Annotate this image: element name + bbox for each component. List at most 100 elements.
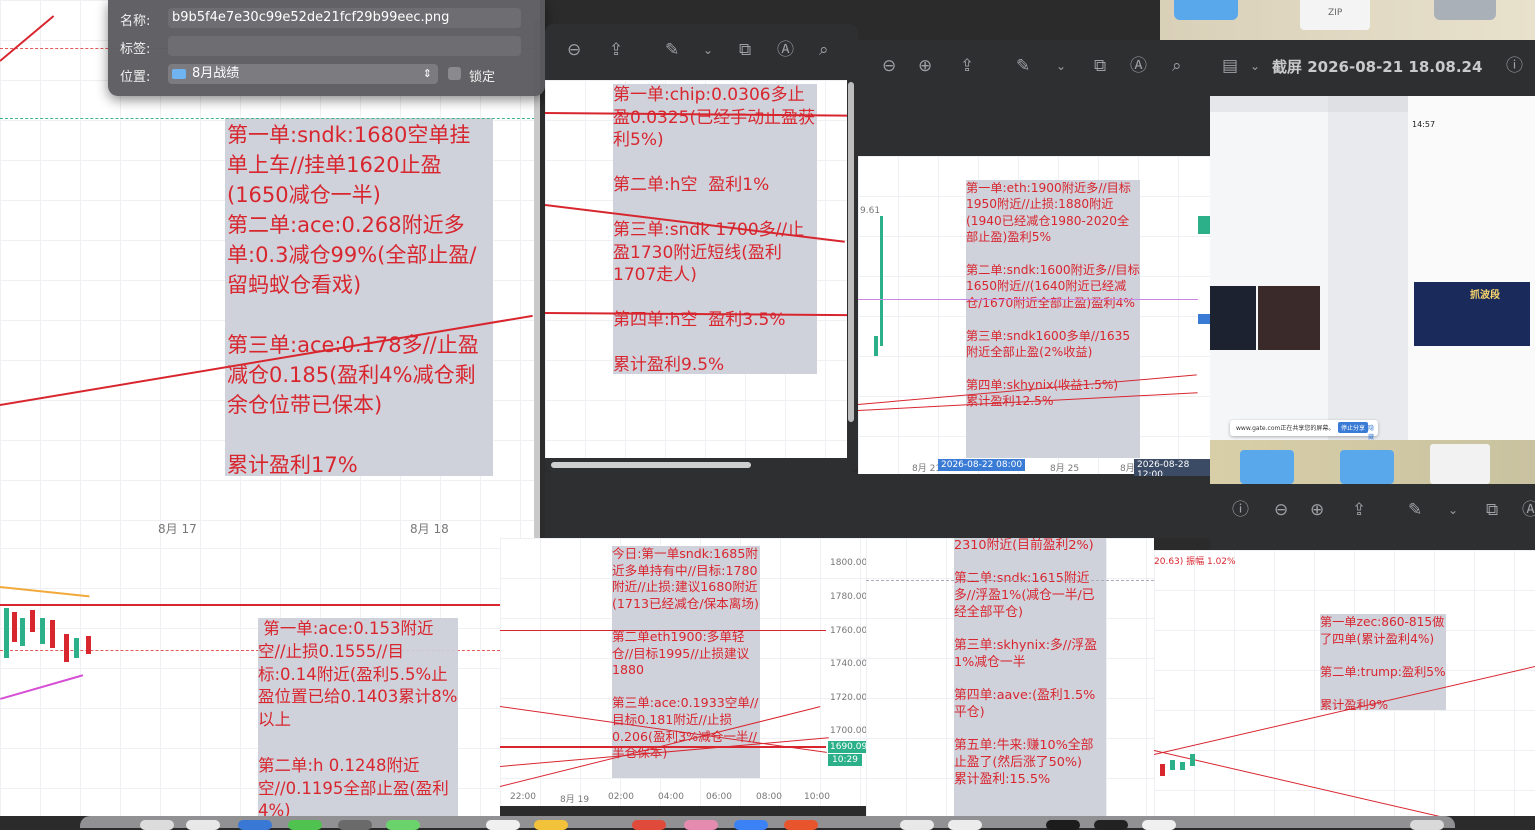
dock-icon[interactable]: [1142, 820, 1176, 830]
share-icon[interactable]: ⇪: [609, 40, 623, 60]
indicator-line: [858, 299, 1198, 300]
folder-icon[interactable]: [1340, 450, 1394, 484]
rotate-icon[interactable]: ⧉: [1094, 56, 1106, 76]
phone-screenshot-left: [1210, 96, 1328, 440]
tags-field[interactable]: [168, 36, 521, 56]
price-label: 9.61: [860, 206, 881, 216]
chevron-down-icon[interactable]: ⌄: [703, 40, 713, 60]
zoom-out-icon[interactable]: ⊖: [567, 40, 581, 60]
dock-icon[interactable]: [288, 820, 322, 830]
dock-icon[interactable]: [186, 820, 220, 830]
dock-icon[interactable]: [140, 820, 174, 830]
horizontal-line: [500, 630, 826, 631]
zoom-out-icon[interactable]: ⊖: [882, 56, 896, 76]
share-text: www.gate.com正在共享您的屏幕。: [1236, 425, 1335, 432]
search-icon[interactable]: ⌕: [819, 40, 829, 60]
x-tick: 02:00: [608, 792, 634, 802]
preview-b-content: 第一单:chip:0.0306多止盈0.0325(已经手动止盈获利5%) 第二单…: [545, 80, 847, 468]
share-icon[interactable]: ⇪: [1352, 500, 1366, 520]
disk-icon[interactable]: [1434, 0, 1496, 20]
info-icon[interactable]: ⓘ: [1506, 56, 1523, 76]
candle-bar: [880, 216, 883, 346]
markup-pen-icon[interactable]: ✎: [1016, 56, 1030, 76]
preview-c-content: 9.61 第一单:eth:1900附近多//目标1950附近//止损:1880附…: [858, 156, 1210, 481]
x-tick: 04:00: [658, 792, 684, 802]
y-tick: 1780.00: [830, 592, 866, 602]
markup-pen-icon[interactable]: ✎: [665, 40, 679, 60]
dock-icon[interactable]: [238, 820, 272, 830]
file-name-field[interactable]: b9b5f4e7e30c99e52de21fcf29b99eec.png: [168, 8, 521, 28]
chevron-down-icon[interactable]: ⌄: [1250, 56, 1260, 76]
zoom-in-icon[interactable]: ⊕: [1310, 500, 1324, 520]
vertical-scrollbar[interactable]: [534, 20, 540, 540]
x-tick-aug18: 8月 18: [410, 522, 449, 536]
chart-window-bottom-middle: 今日:第一单sndk:1685附近多单持有中//目标:1780附近//止损:建议…: [500, 538, 866, 806]
stop-share-button[interactable]: 停止分享: [1338, 422, 1369, 433]
hide-button[interactable]: 隐藏: [1368, 423, 1378, 441]
dock-icon[interactable]: [338, 820, 372, 830]
price-dashed-line: [0, 118, 540, 119]
chart-window-bottom-right: 20.63) 振幅 1.02% 第一单zec:860-815做了四单(累计盈利4…: [1154, 550, 1535, 816]
fireworks-image: [1258, 286, 1320, 350]
preview-window-d: ▤ ⌄ 截屏 2026-08-21 18.08.24 ⓘ 14:57 抓波段 w…: [1210, 40, 1535, 550]
horizontal-scrollbar[interactable]: [551, 462, 751, 468]
trade-note-a: 第一单:sndk:1680空单挂单上车//挂单1620止盈(1650减仓一半) …: [225, 118, 493, 476]
dock-icon[interactable]: [486, 820, 520, 830]
folder-icon[interactable]: [1174, 0, 1238, 20]
vertical-scrollbar[interactable]: [848, 82, 854, 422]
phone-time: 14:57: [1412, 120, 1436, 129]
x-tick: 22:00: [510, 792, 536, 802]
candle-bar: [50, 620, 55, 648]
location-select[interactable]: 8月战绩 ⇕: [168, 64, 438, 84]
dock-icon[interactable]: [1094, 820, 1128, 830]
document-icon[interactable]: [1430, 444, 1490, 484]
trash-icon[interactable]: [1410, 820, 1444, 830]
price-tag-time: 10:29: [828, 754, 862, 766]
x-tick: 08:00: [756, 792, 782, 802]
sidebar-icon[interactable]: ▤: [1222, 56, 1238, 76]
trend-line: [1154, 750, 1535, 816]
trend-line: [0, 15, 55, 62]
dock-icon[interactable]: [784, 820, 818, 830]
date-cursor-a: 2026-08-22 08:00: [938, 459, 1026, 471]
promo-brand: 抓波段: [1470, 290, 1500, 301]
location-label: 位置:: [120, 70, 151, 85]
dock-icon[interactable]: [534, 820, 568, 830]
candle-bar: [40, 618, 45, 644]
chevron-down-icon[interactable]: ⌄: [1448, 500, 1458, 520]
dock-icon[interactable]: [684, 820, 718, 830]
annotate-icon[interactable]: Ⓐ: [1130, 56, 1147, 76]
share-icon[interactable]: ⇪: [960, 56, 974, 76]
dock-icon[interactable]: [900, 820, 934, 830]
price-tag: [1198, 314, 1210, 324]
window-title: 截屏 2026-08-21 18.08.24: [1272, 58, 1483, 76]
rotate-icon[interactable]: ⧉: [1486, 500, 1498, 520]
info-icon[interactable]: ⓘ: [1232, 500, 1249, 520]
y-tick: 1720.00: [830, 693, 866, 703]
candle-bar: [1190, 754, 1195, 766]
chevron-down-icon[interactable]: ⌄: [1056, 56, 1066, 76]
search-icon[interactable]: ⌕: [1172, 56, 1182, 76]
dock-icon[interactable]: [386, 820, 420, 830]
dock-icon[interactable]: [632, 820, 666, 830]
candle-bar: [20, 618, 25, 646]
rotate-icon[interactable]: ⧉: [739, 40, 751, 60]
dock-icon[interactable]: [948, 820, 982, 830]
file-info-panel: 名称: b9b5f4e7e30c99e52de21fcf29b99eec.png…: [108, 0, 545, 96]
dock-icon[interactable]: [734, 820, 768, 830]
folder-icon: [172, 68, 186, 79]
y-tick: 1800.00: [830, 558, 866, 568]
dock-icon[interactable]: [1046, 820, 1080, 830]
candle-bar: [86, 636, 91, 654]
folder-icon[interactable]: [1240, 450, 1294, 484]
annotate-icon[interactable]: Ⓐ: [777, 40, 794, 60]
annotate-icon[interactable]: Ⓐ: [1522, 500, 1535, 520]
x-tick: 10:00: [804, 792, 830, 802]
candle-bar: [1160, 764, 1165, 776]
zoom-in-icon[interactable]: ⊕: [918, 56, 932, 76]
markup-pen-icon[interactable]: ✎: [1408, 500, 1422, 520]
lock-checkbox[interactable]: [448, 67, 461, 80]
x-tick: 06:00: [706, 792, 732, 802]
zoom-out-icon[interactable]: ⊖: [1274, 500, 1288, 520]
y-tick: 1740.00: [830, 659, 866, 669]
